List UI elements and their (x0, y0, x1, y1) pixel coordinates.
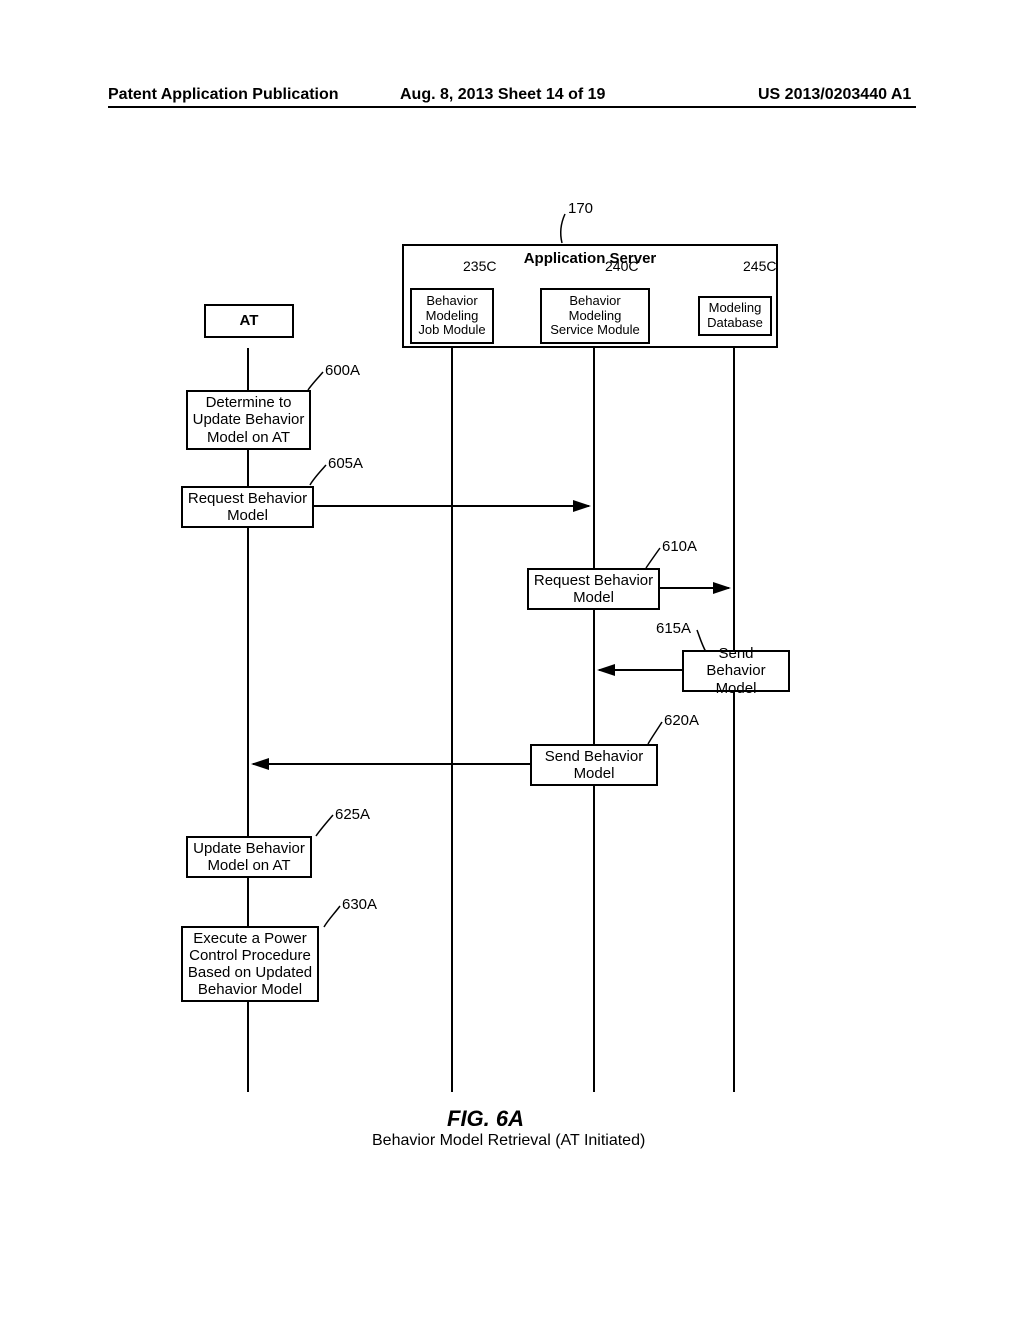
service-module-l3: Service Module (550, 323, 640, 338)
step-620a-box: Send Behavior Model (530, 744, 658, 786)
job-module-box: Behavior Modeling Job Module (410, 288, 494, 344)
step-625a-l2: Model on AT (207, 857, 290, 874)
database-l2: Database (707, 316, 763, 331)
page: Patent Application Publication Aug. 8, 2… (0, 0, 1024, 1320)
header-rule (108, 106, 916, 108)
header-right: US 2013/0203440 A1 (758, 86, 911, 104)
step-615a-box: Send Behavior Model (682, 650, 790, 692)
step-615a-l2: Model (716, 680, 757, 697)
at-label: AT (240, 312, 259, 329)
ref-605a: 605A (328, 455, 363, 472)
ref-610a: 610A (662, 538, 697, 555)
step-620a-l2: Model (574, 765, 615, 782)
job-module-l3: Job Module (418, 323, 485, 338)
step-600a-l1: Determine to (206, 394, 292, 411)
step-620a-l1: Send Behavior (545, 748, 643, 765)
step-630a-l4: Behavior Model (198, 981, 302, 998)
service-module-l2: Modeling (569, 309, 622, 324)
step-625a-l1: Update Behavior (193, 840, 305, 857)
job-module-l1: Behavior (426, 294, 477, 309)
step-600a-l2: Update Behavior (193, 411, 305, 428)
step-625a-box: Update Behavior Model on AT (186, 836, 312, 878)
step-615a-l1: Send Behavior (688, 645, 784, 680)
at-box: AT (204, 304, 294, 338)
step-605a-l1: Request Behavior (188, 490, 307, 507)
step-630a-box: Execute a Power Control Procedure Based … (181, 926, 319, 1002)
service-module-box: Behavior Modeling Service Module (540, 288, 650, 344)
header-center: Aug. 8, 2013 Sheet 14 of 19 (400, 86, 605, 104)
step-630a-l3: Based on Updated (188, 964, 312, 981)
ref-245c: 245C (743, 258, 776, 274)
step-610a-l1: Request Behavior (534, 572, 653, 589)
step-600a-box: Determine to Update Behavior Model on AT (186, 390, 311, 450)
database-box: Modeling Database (698, 296, 772, 336)
ref-600a: 600A (325, 362, 360, 379)
service-module-l1: Behavior (569, 294, 620, 309)
database-l1: Modeling (709, 301, 762, 316)
figure-caption: Behavior Model Retrieval (AT Initiated) (372, 1132, 645, 1150)
step-605a-box: Request Behavior Model (181, 486, 314, 528)
step-630a-l2: Control Procedure (189, 947, 311, 964)
ref-235c: 235C (463, 258, 496, 274)
step-600a-l3: Model on AT (207, 429, 290, 446)
step-610a-box: Request Behavior Model (527, 568, 660, 610)
ref-630a: 630A (342, 896, 377, 913)
ref-620a: 620A (664, 712, 699, 729)
ref-170: 170 (568, 200, 593, 217)
figure-number: FIG. 6A (447, 1106, 524, 1132)
ref-615a: 615A (656, 620, 691, 637)
step-630a-l1: Execute a Power (193, 930, 306, 947)
step-610a-l2: Model (573, 589, 614, 606)
ref-625a: 625A (335, 806, 370, 823)
step-605a-l2: Model (227, 507, 268, 524)
job-module-l2: Modeling (426, 309, 479, 324)
header-left: Patent Application Publication (108, 86, 339, 104)
ref-240c: 240C (605, 258, 638, 274)
